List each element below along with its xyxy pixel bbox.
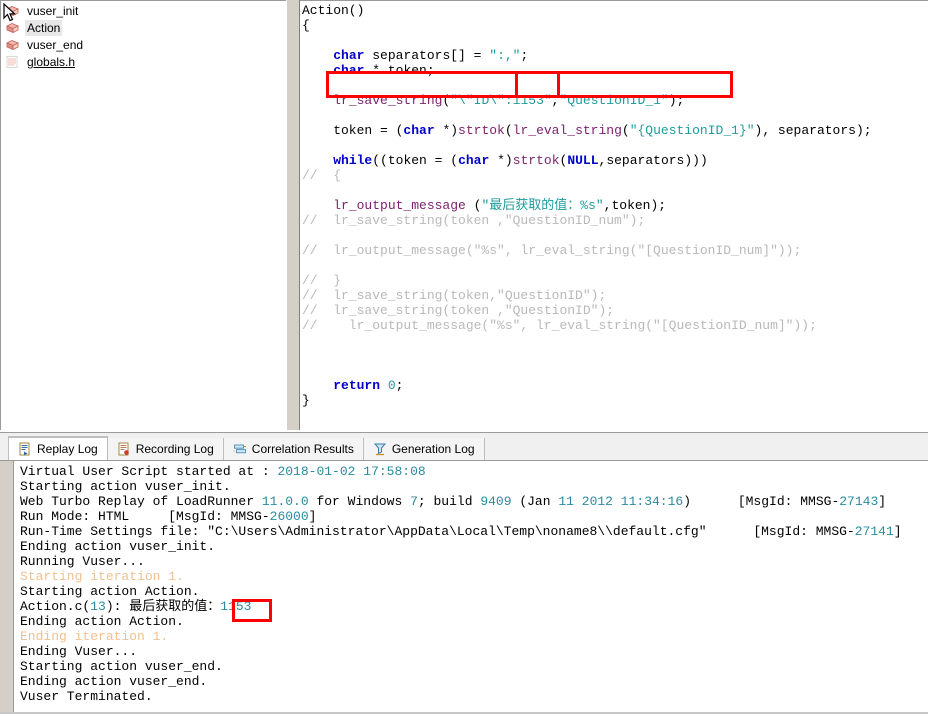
loadrunner-vugen-window: vuser_init Action vuser_end globals.h Actio…	[0, 0, 928, 714]
log-line: Vuser Terminated.	[20, 689, 153, 704]
log-line: Web Turbo Replay of LoadRunner 11.0.0 fo…	[20, 494, 887, 509]
log-tabs[interactable]: Replay Log Recording Log Correlation Resul…	[0, 433, 928, 460]
tree-item-vuser-end[interactable]: vuser_end	[5, 37, 286, 53]
log-annotation-box-value	[232, 599, 272, 622]
correlation-results-icon	[233, 442, 247, 456]
code-line: // lr_save_string(token ,"QuestionID");	[302, 303, 615, 318]
brick-icon	[5, 21, 20, 35]
code-line: // lr_save_string(token,"QuestionID");	[302, 288, 607, 303]
log-line: Running Vuser...	[20, 554, 145, 569]
tree-item-label: vuser_init	[27, 4, 79, 18]
recording-log-icon	[117, 442, 131, 456]
tree-item-vuser-init[interactable]: vuser_init	[5, 3, 286, 19]
annotation-box-value	[515, 71, 560, 98]
tab-label: Correlation Results	[251, 442, 354, 456]
code-editor-panel[interactable]: Action(){ char separators[] = ":,"; char…	[300, 0, 928, 430]
log-line: Starting action vuser_end.	[20, 659, 223, 674]
brick-icon	[5, 4, 20, 18]
log-line: Starting action vuser_init.	[20, 479, 231, 494]
code-editor-text[interactable]: Action(){ char separators[] = ":,"; char…	[300, 1, 928, 408]
tab-recording-log[interactable]: Recording Log	[107, 438, 224, 460]
tab-label: Replay Log	[37, 442, 98, 456]
log-line: Ending iteration 1.	[20, 629, 169, 644]
code-line: // lr_output_message("%s", lr_eval_strin…	[302, 243, 802, 258]
code-line: lr_output_message ("最后获取的值：%s",token);	[333, 198, 667, 213]
tab-label: Recording Log	[135, 442, 214, 456]
tab-correlation-results[interactable]: Correlation Results	[223, 438, 364, 460]
log-gutter	[0, 461, 14, 714]
log-line: Run Mode: HTML [MsgId: MMSG-26000]	[20, 509, 317, 524]
code-line: }	[302, 393, 310, 408]
log-line: Action.c(13): 最后获取的值：1153	[20, 599, 252, 614]
top-area: vuser_init Action vuser_end globals.h Actio…	[0, 0, 928, 432]
log-line: Starting action Action.	[20, 584, 200, 599]
code-line: {	[302, 18, 310, 33]
log-line: Ending action vuser_end.	[20, 674, 208, 689]
code-line: // lr_save_string(token ,"QuestionID_num…	[302, 213, 646, 228]
tree-item-action[interactable]: Action	[5, 20, 286, 36]
generation-log-icon	[373, 442, 387, 456]
tree-item-label: globals.h	[27, 55, 76, 69]
replay-log-panel[interactable]: Virtual User Script started at : 2018-01…	[0, 460, 928, 714]
script-tree-list[interactable]: vuser_init Action vuser_end globals.h	[1, 1, 286, 70]
tree-item-globals-h[interactable]: globals.h	[5, 54, 286, 70]
tab-replay-log[interactable]: Replay Log	[8, 436, 108, 460]
code-line: // }	[302, 273, 342, 288]
splitter-grip[interactable]	[290, 200, 296, 240]
vertical-splitter[interactable]	[286, 0, 300, 430]
replay-log-text[interactable]: Virtual User Script started at : 2018-01…	[20, 461, 928, 704]
log-line: Ending action vuser_init.	[20, 539, 216, 554]
code-line: // lr_output_message("%s", lr_eval_strin…	[302, 318, 817, 333]
header-file-icon	[5, 55, 20, 69]
tree-item-label: vuser_end	[27, 38, 84, 52]
log-line: Starting iteration 1.	[20, 569, 184, 584]
log-line: Run-Time Settings file: "C:\Users\Admini…	[20, 524, 902, 539]
tab-generation-log[interactable]: Generation Log	[363, 438, 485, 460]
code-line: token = (char *)strtok(lr_eval_string("{…	[302, 123, 872, 138]
script-tree-panel[interactable]: vuser_init Action vuser_end globals.h	[0, 0, 286, 430]
log-tabstrip[interactable]: Replay Log Recording Log Correlation Resul…	[0, 432, 928, 460]
log-line: Ending action Action.	[20, 614, 184, 629]
tab-label: Generation Log	[391, 442, 475, 456]
code-line: Action()	[302, 3, 365, 18]
tree-item-label: Action	[25, 20, 63, 36]
brick-icon	[5, 38, 20, 52]
replay-log-icon	[18, 442, 32, 456]
code-line: while((token = (char *)strtok(NULL,separ…	[333, 153, 708, 168]
code-line: return 0;	[333, 378, 404, 393]
log-line: Ending Vuser...	[20, 644, 138, 659]
code-line: char separators[] = ":,";	[333, 48, 529, 63]
log-line: Virtual User Script started at : 2018-01…	[20, 464, 426, 479]
code-line: // {	[302, 168, 342, 183]
